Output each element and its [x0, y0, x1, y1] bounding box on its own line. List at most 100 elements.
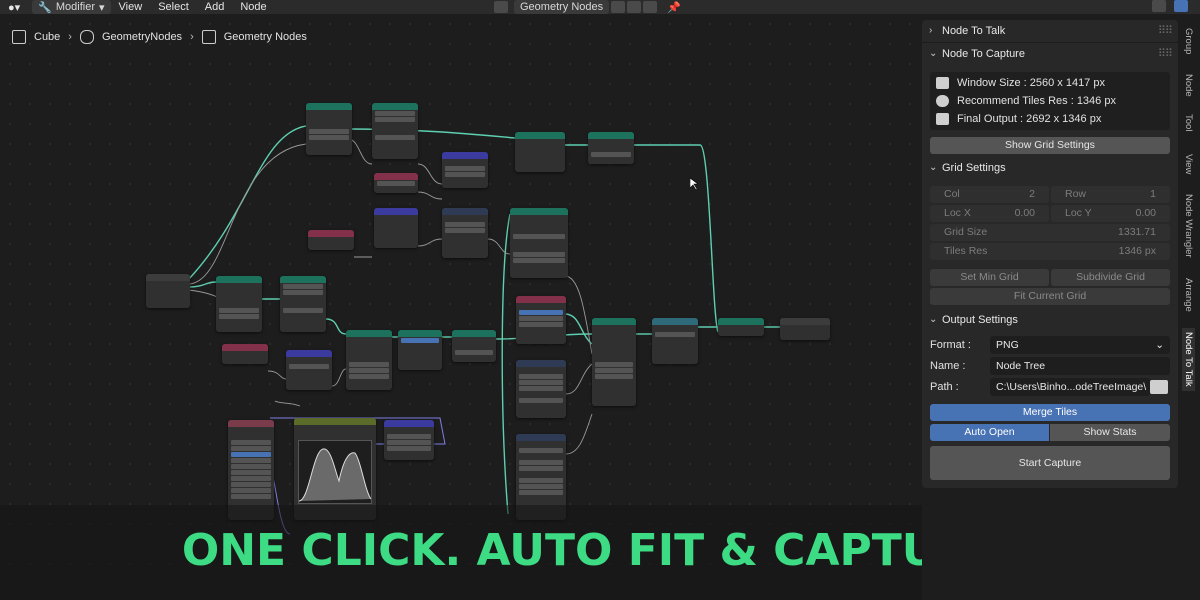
sidebar-tabs: Group Node Tool View Node Wrangler Arran…	[1180, 20, 1200, 600]
chevron-right-icon: ›	[929, 25, 933, 36]
info-recommend-tiles: Recommend Tiles Res : 1346 px	[936, 92, 1116, 110]
field-value: 1	[1150, 188, 1156, 200]
node-set-position-2[interactable]	[346, 330, 392, 390]
section-output-settings[interactable]: ⌄ Output Settings	[922, 309, 1178, 331]
node-set-position[interactable]	[515, 132, 565, 172]
node-separate-xyz[interactable]	[374, 208, 418, 248]
node-combine-xyz-2[interactable]	[384, 420, 434, 460]
node-group-selector[interactable]: Geometry Nodes 📌	[494, 0, 689, 14]
node-cone-mesh[interactable]	[516, 296, 566, 344]
curve-plot	[298, 448, 372, 502]
sidebar-toggle-icon[interactable]	[1174, 0, 1188, 12]
node-set-shade-smooth[interactable]	[398, 330, 442, 370]
node-group-output[interactable]	[780, 318, 830, 340]
curve-graph[interactable]	[298, 440, 372, 504]
chevron-down-icon: ⌄	[929, 162, 938, 173]
node-instance-on-points[interactable]	[592, 318, 636, 406]
section-grid-settings[interactable]: ⌄ Grid Settings	[922, 157, 1178, 179]
chevron-down-icon: ⌄	[1155, 339, 1164, 351]
node-random-value[interactable]	[516, 360, 566, 418]
tab-node-wrangler[interactable]: Node Wrangler	[1183, 194, 1194, 258]
format-select[interactable]: PNG ⌄	[990, 336, 1170, 354]
window-icon	[936, 77, 949, 89]
node-vector-math[interactable]	[286, 350, 332, 390]
node-combine-xyz[interactable]	[442, 152, 488, 188]
menu-select[interactable]: Select	[150, 1, 197, 13]
duplicate-icon[interactable]	[627, 1, 642, 13]
drag-grip-icon[interactable]: ⠿⠿	[1158, 43, 1173, 65]
node-join-geometry[interactable]	[718, 318, 764, 336]
field-label: Grid Size	[944, 226, 988, 238]
node-position-2[interactable]	[222, 344, 268, 364]
node-grid-2[interactable]	[216, 276, 262, 332]
auto-open-toggle[interactable]: Auto Open	[930, 424, 1049, 441]
top-bar: ●▾ 🔧 Modifier ▾ View Select Add Node Geom…	[0, 0, 1200, 14]
section-node-to-capture[interactable]: ⌄ Node To Capture ⠿⠿	[922, 42, 1178, 65]
node-position[interactable]	[308, 230, 354, 250]
field-label: Col	[944, 188, 960, 200]
printer-icon	[936, 113, 949, 125]
pin-icon[interactable]: 📌	[659, 1, 689, 14]
node-store-named-attribute-2[interactable]	[280, 276, 326, 332]
start-capture-button[interactable]: Start Capture	[930, 446, 1170, 480]
field-value: 2	[1029, 188, 1035, 200]
tab-node[interactable]: Node	[1183, 74, 1194, 97]
field-label: Row	[1065, 188, 1087, 200]
set-min-grid-button[interactable]: Set Min Grid	[930, 269, 1049, 286]
show-grid-settings-button[interactable]: Show Grid Settings	[930, 137, 1170, 154]
tiles-res-field[interactable]: Tiles Res 1346 px	[930, 243, 1170, 260]
menu-add[interactable]: Add	[197, 1, 233, 13]
tab-view[interactable]: View	[1183, 154, 1194, 174]
row-field[interactable]: Row 1	[1051, 186, 1170, 203]
menu-node[interactable]: Node	[232, 1, 274, 13]
field-label: Loc Y	[1065, 207, 1092, 219]
format-value: PNG	[996, 339, 1019, 351]
node-value[interactable]	[374, 173, 418, 193]
capture-info-box: Window Size : 2560 x 1417 px Recommend T…	[930, 72, 1170, 130]
folder-icon[interactable]	[1150, 380, 1168, 394]
mode-dropdown[interactable]: 🔧 Modifier ▾	[32, 0, 111, 14]
fake-user-shield-icon[interactable]	[611, 1, 626, 13]
section-title: Output Settings	[942, 314, 1018, 326]
name-input[interactable]: Node Tree	[990, 357, 1170, 375]
field-label: Tiles Res	[944, 245, 988, 257]
chevron-down-icon: ⌄	[929, 48, 938, 59]
menu-view[interactable]: View	[111, 1, 151, 13]
grid-size-field[interactable]: Grid Size 1331.71	[930, 224, 1170, 241]
loc-x-field[interactable]: Loc X 0.00	[930, 205, 1049, 222]
mouse-cursor-icon	[690, 178, 698, 190]
tab-arrange[interactable]: Arrange	[1183, 278, 1194, 312]
recommend-tiles-text: Recommend Tiles Res : 1346 px	[957, 95, 1116, 107]
subdivide-grid-button[interactable]: Subdivide Grid	[1051, 269, 1170, 286]
node-distribute-points[interactable]	[510, 208, 568, 278]
loc-y-field[interactable]: Loc Y 0.00	[1051, 205, 1170, 222]
node-switch[interactable]	[652, 318, 698, 364]
node-tree-icon[interactable]	[494, 1, 508, 13]
tab-tool[interactable]: Tool	[1183, 114, 1194, 131]
node-set-material[interactable]	[588, 132, 634, 164]
section-title: Node To Talk	[942, 25, 1006, 37]
section-node-to-talk[interactable]: › Node To Talk ⠿⠿	[922, 20, 1178, 42]
tab-group[interactable]: Group	[1183, 28, 1194, 54]
node-less-than[interactable]	[442, 208, 488, 258]
fit-current-grid-button[interactable]: Fit Current Grid	[930, 288, 1170, 305]
node-grid[interactable]	[306, 103, 352, 155]
drag-grip-icon[interactable]: ⠿⠿	[1158, 20, 1173, 42]
node-group-input[interactable]	[146, 274, 190, 308]
format-label: Format :	[930, 339, 971, 351]
col-field[interactable]: Col 2	[930, 186, 1049, 203]
mode-label: Modifier	[55, 1, 95, 13]
show-stats-toggle[interactable]: Show Stats	[1050, 424, 1170, 441]
editor-type-icon[interactable]: ●▾	[0, 1, 28, 14]
node-group-name[interactable]: Geometry Nodes	[514, 0, 610, 14]
tab-node-to-talk[interactable]: Node To Talk	[1182, 328, 1195, 391]
overlay-icon[interactable]	[1152, 0, 1166, 12]
merge-tiles-toggle[interactable]: Merge Tiles	[930, 404, 1170, 421]
window-size-text: Window Size : 2560 x 1417 px	[957, 77, 1105, 89]
field-value: 0.00	[1014, 207, 1035, 219]
node-set-material-2[interactable]	[452, 330, 496, 362]
close-icon[interactable]	[643, 1, 658, 13]
node-store-named-attribute[interactable]	[372, 103, 418, 159]
section-title: Node To Capture	[942, 48, 1025, 60]
path-input[interactable]: C:\Users\Binho...odeTreeImage\	[990, 378, 1150, 396]
